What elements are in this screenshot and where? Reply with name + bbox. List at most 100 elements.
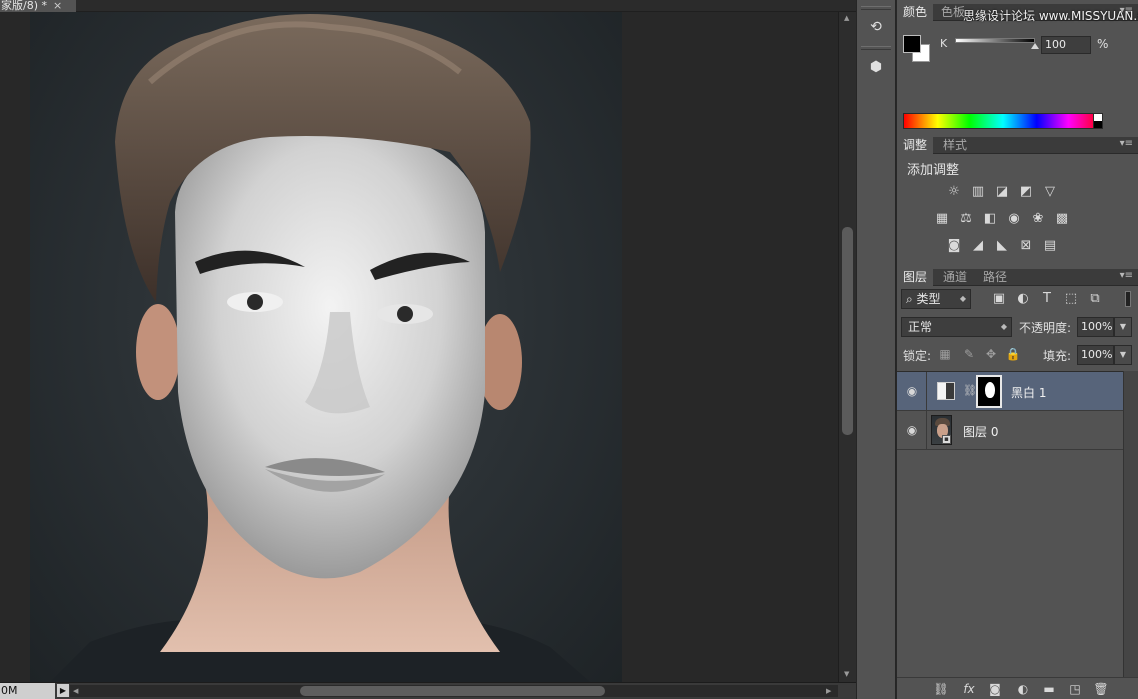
color-spectrum[interactable] <box>903 113 1103 129</box>
horizontal-scrollbar[interactable]: ◀ ▶ <box>70 685 838 697</box>
tab-color[interactable]: 颜色 <box>897 4 934 21</box>
scroll-down-icon[interactable]: ▼ <box>844 670 849 678</box>
layer-row-black-white[interactable]: ◉ ⛓ 黑白 1 <box>897 372 1123 411</box>
dock-separator <box>861 6 891 10</box>
document-tab-title: 家版/8) * <box>1 0 47 12</box>
fx-icon[interactable]: fx <box>961 681 977 697</box>
zoom-level[interactable]: 0M <box>0 683 55 699</box>
close-tab-icon[interactable]: × <box>53 0 62 12</box>
filter-adjustment-icon[interactable]: ◐ <box>1015 291 1031 307</box>
adjustments-panel-tabs: 调整 样式 ▾≡ <box>897 137 1138 154</box>
3d-icon[interactable]: ⬢ <box>861 54 891 80</box>
scroll-up-icon[interactable]: ▲ <box>844 14 849 22</box>
k-channel-label: K <box>940 37 948 50</box>
scroll-left-icon[interactable]: ◀ <box>73 685 78 697</box>
tab-layers[interactable]: 图层 <box>897 269 934 286</box>
smart-object-badge-icon: ▪ <box>942 435 951 444</box>
panel-dock: ⟲ ⬢ <box>856 0 896 699</box>
add-mask-icon[interactable]: ◙ <box>987 681 1003 697</box>
selective-color-icon[interactable]: ⊠ <box>1017 238 1035 254</box>
portrait-photo <box>30 12 622 682</box>
color-lookup-icon[interactable]: ▩ <box>1053 211 1071 227</box>
status-menu-arrow-icon[interactable]: ▶ <box>57 684 69 697</box>
vertical-scrollbar[interactable]: ▲ ▼ <box>838 12 856 682</box>
eye-icon[interactable]: ◉ <box>905 384 919 398</box>
lock-all-icon[interactable]: 🔒 <box>1005 346 1021 362</box>
watermark: 思缘设计论坛 www.MISSYUAN.COM <box>963 9 1138 23</box>
blend-mode-select[interactable]: 正常 ◆ <box>901 317 1012 337</box>
scroll-right-icon[interactable]: ▶ <box>826 685 831 697</box>
link-layers-icon[interactable]: ⛓ <box>933 681 949 697</box>
tab-styles[interactable]: 样式 <box>937 137 973 154</box>
k-channel-value[interactable]: 100 <box>1041 36 1091 54</box>
new-layer-icon[interactable]: ◳ <box>1067 681 1083 697</box>
fill-dropdown-icon[interactable]: ▼ <box>1114 345 1132 365</box>
brightness-icon[interactable]: ☼ <box>945 184 963 200</box>
chevron-updown-icon: ◆ <box>1000 322 1007 331</box>
portrait-illustration <box>50 14 590 682</box>
layers-scrollbar[interactable] <box>1123 371 1138 677</box>
lock-paint-icon[interactable]: ✎ <box>961 346 977 362</box>
fill-label: 填充: <box>1043 349 1072 363</box>
layers-list: ◉ ⛓ 黑白 1 ◉ ▪ 图层 0 <box>897 371 1123 677</box>
tab-channels[interactable]: 通道 <box>937 269 973 286</box>
filter-toggle[interactable] <box>1125 291 1131 307</box>
black-white-icon[interactable]: ◧ <box>981 211 999 227</box>
history-icon[interactable]: ⟲ <box>861 14 891 40</box>
tab-adjustments[interactable]: 调整 <box>897 137 934 154</box>
black-white-ramp[interactable] <box>1093 113 1103 129</box>
layer-row-layer0[interactable]: ◉ ▪ 图层 0 <box>897 411 1123 450</box>
new-group-icon[interactable]: ▬ <box>1041 681 1057 697</box>
levels-icon[interactable]: ▥ <box>969 184 987 200</box>
invert-icon[interactable]: ◙ <box>945 238 963 254</box>
threshold-icon[interactable]: ◣ <box>993 238 1011 254</box>
adjustments-panel-menu-icon[interactable]: ▾≡ <box>1120 138 1133 149</box>
lock-position-icon[interactable]: ✥ <box>983 346 999 362</box>
vertical-scroll-thumb[interactable] <box>842 227 853 435</box>
k-slider-handle[interactable] <box>1031 43 1039 49</box>
canvas-area[interactable] <box>0 12 838 682</box>
layer-name[interactable]: 图层 0 <box>963 423 998 440</box>
opacity-dropdown-icon[interactable]: ▼ <box>1114 317 1132 337</box>
horizontal-scroll-thumb[interactable] <box>300 686 605 696</box>
tab-paths[interactable]: 路径 <box>977 269 1013 286</box>
k-channel-slider[interactable] <box>955 38 1035 43</box>
new-adjustment-icon[interactable]: ◐ <box>1015 681 1031 697</box>
delete-layer-icon[interactable]: 🗑 <box>1093 681 1109 697</box>
document-tab[interactable]: 家版/8) * × <box>0 0 76 12</box>
visibility-column: ◉ <box>897 411 927 450</box>
layer-filter-toolbar: ⌕ 类型 ◆ ▣ ◐ T ⬚ ⧉ <box>901 289 1131 309</box>
curves-icon[interactable]: ◪ <box>993 184 1011 200</box>
layer-mask-thumbnail[interactable] <box>976 375 1002 408</box>
opacity-label: 不透明度: <box>1019 321 1072 335</box>
filter-type-icon[interactable]: T <box>1039 291 1055 307</box>
eye-icon[interactable]: ◉ <box>905 423 919 437</box>
layers-panel-menu-icon[interactable]: ▾≡ <box>1120 270 1133 281</box>
exposure-icon[interactable]: ◩ <box>1017 184 1035 200</box>
tab-bar <box>76 0 856 12</box>
layer-filter-label: 类型 <box>916 292 941 306</box>
add-adjustment-title: 添加调整 <box>907 163 960 178</box>
filter-shape-icon[interactable]: ⬚ <box>1063 291 1079 307</box>
channel-mixer-icon[interactable]: ❀ <box>1029 211 1047 227</box>
posterize-icon[interactable]: ◢ <box>969 238 987 254</box>
chevron-updown-icon: ◆ <box>959 294 966 303</box>
opacity-input[interactable]: 100% <box>1077 317 1114 337</box>
fill-input[interactable]: 100% <box>1077 345 1114 365</box>
hue-saturation-icon[interactable]: ▦ <box>933 211 951 227</box>
chain-link-icon[interactable]: ⛓ <box>963 384 977 397</box>
foreground-color-swatch[interactable] <box>903 35 921 53</box>
vibrance-icon[interactable]: ▽ <box>1041 184 1059 200</box>
color-balance-icon[interactable]: ⚖ <box>957 211 975 227</box>
lock-transparent-icon[interactable]: ▦ <box>937 346 953 362</box>
filter-smart-object-icon[interactable]: ⧉ <box>1087 291 1103 307</box>
layer-filter-kind[interactable]: ⌕ 类型 ◆ <box>901 289 971 309</box>
filter-pixel-icon[interactable]: ▣ <box>991 291 1007 307</box>
mask-shape <box>985 382 995 398</box>
photo-filter-icon[interactable]: ◉ <box>1005 211 1023 227</box>
k-unit-label: % <box>1097 37 1109 51</box>
gradient-map-icon[interactable]: ▤ <box>1041 238 1059 254</box>
layer-name[interactable]: 黑白 1 <box>1011 384 1046 401</box>
layer-thumbnail[interactable]: ▪ <box>931 415 952 445</box>
adjustment-layer-thumbnail[interactable] <box>937 382 955 400</box>
